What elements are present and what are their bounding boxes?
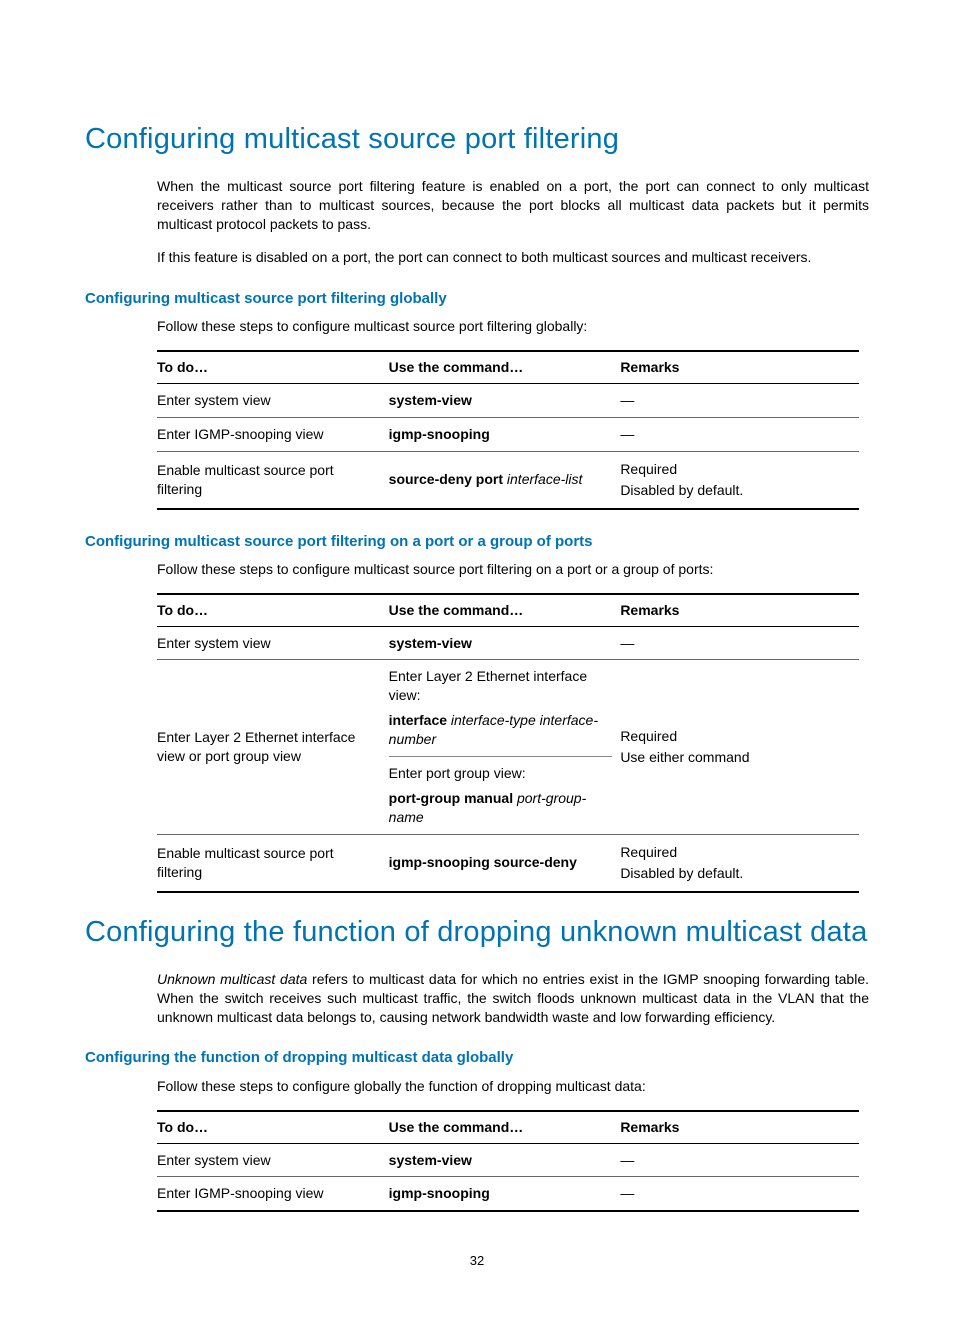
table-port-filtering: To do… Use the command… Remarks Enter sy… <box>157 593 859 893</box>
cell-remarks: — <box>620 1177 859 1211</box>
col-header: Use the command… <box>389 1111 621 1143</box>
col-header: Remarks <box>620 351 859 383</box>
cell-remarks: — <box>620 417 859 451</box>
cell-remarks: Required Disabled by default. <box>620 834 859 892</box>
paragraph: Follow these steps to configure multicas… <box>85 560 869 579</box>
cell-cmd: Enter Layer 2 Ethernet interface view: i… <box>389 660 621 834</box>
col-header: Use the command… <box>389 351 621 383</box>
table-header-row: To do… Use the command… Remarks <box>157 594 859 626</box>
cell-cmd: source-deny port interface-list <box>389 451 621 509</box>
table-row: Enter system view system-view — <box>157 1143 859 1177</box>
cell-todo: Enter system view <box>157 626 389 660</box>
cell-cmd: igmp-snooping <box>389 1177 621 1211</box>
heading-configuring-source-port-filtering: Configuring multicast source port filter… <box>85 120 869 159</box>
table-header-row: To do… Use the command… Remarks <box>157 351 859 383</box>
cell-todo: Enable multicast source port filtering <box>157 451 389 509</box>
cell-cmd: igmp-snooping <box>389 417 621 451</box>
paragraph: If this feature is disabled on a port, t… <box>85 248 869 267</box>
subheading-global-filtering: Configuring multicast source port filter… <box>85 289 869 309</box>
cell-cmd: system-view <box>389 383 621 417</box>
cell-todo: Enter system view <box>157 1143 389 1177</box>
col-header: Remarks <box>620 1111 859 1143</box>
cell-remarks: — <box>620 383 859 417</box>
table-row: Enter IGMP-snooping view igmp-snooping — <box>157 1177 859 1211</box>
subheading-dropping-globally: Configuring the function of dropping mul… <box>85 1048 869 1068</box>
cell-todo: Enter system view <box>157 383 389 417</box>
table-row: Enter system view system-view — <box>157 383 859 417</box>
col-header: To do… <box>157 351 389 383</box>
table-header-row: To do… Use the command… Remarks <box>157 1111 859 1143</box>
col-header: To do… <box>157 594 389 626</box>
table-row: Enter Layer 2 Ethernet interface view or… <box>157 660 859 834</box>
cell-todo: Enter IGMP-snooping view <box>157 417 389 451</box>
cell-cmd: system-view <box>389 626 621 660</box>
table-dropping-globally: To do… Use the command… Remarks Enter sy… <box>157 1110 859 1213</box>
cell-remarks: Required Use either command <box>620 660 859 834</box>
table-global-filtering: To do… Use the command… Remarks Enter sy… <box>157 350 859 510</box>
paragraph: When the multicast source port filtering… <box>85 177 869 234</box>
table-row: Enable multicast source port filtering i… <box>157 834 859 892</box>
paragraph: Follow these steps to configure multicas… <box>85 317 869 336</box>
paragraph: Unknown multicast data refers to multica… <box>85 970 869 1027</box>
cell-cmd: system-view <box>389 1143 621 1177</box>
cell-remarks: Required Disabled by default. <box>620 451 859 509</box>
cell-remarks: — <box>620 1143 859 1177</box>
cell-todo: Enable multicast source port filtering <box>157 834 389 892</box>
heading-dropping-unknown-multicast: Configuring the function of dropping unk… <box>85 913 869 952</box>
table-row: Enter IGMP-snooping view igmp-snooping — <box>157 417 859 451</box>
page-number: 32 <box>85 1252 869 1270</box>
paragraph: Follow these steps to configure globally… <box>85 1077 869 1096</box>
cell-cmd: igmp-snooping source-deny <box>389 834 621 892</box>
col-header: Remarks <box>620 594 859 626</box>
cell-todo: Enter Layer 2 Ethernet interface view or… <box>157 660 389 834</box>
subheading-port-filtering: Configuring multicast source port filter… <box>85 532 869 552</box>
table-row: Enable multicast source port filtering s… <box>157 451 859 509</box>
cell-todo: Enter IGMP-snooping view <box>157 1177 389 1211</box>
col-header: To do… <box>157 1111 389 1143</box>
table-row: Enter system view system-view — <box>157 626 859 660</box>
cell-remarks: — <box>620 626 859 660</box>
col-header: Use the command… <box>389 594 621 626</box>
